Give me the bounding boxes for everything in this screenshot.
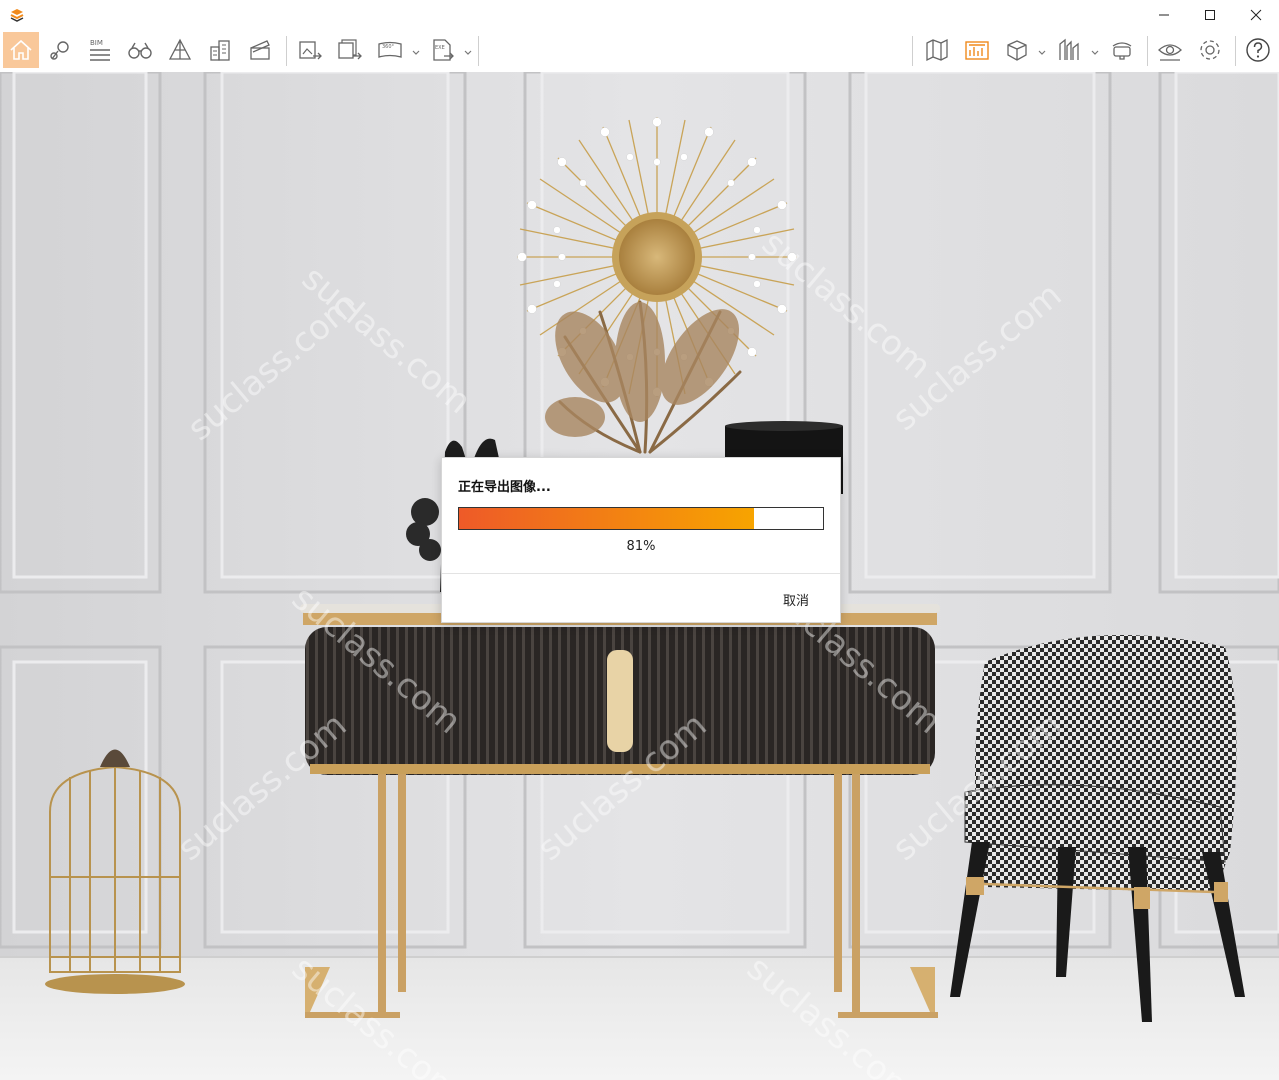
toolbar-separator: [286, 36, 287, 66]
chart-icon: [965, 41, 989, 60]
panorama-360-icon: 360°: [378, 41, 402, 58]
progress-bar-fill: [459, 508, 754, 529]
cube-dropdown-icon[interactable]: [1038, 49, 1046, 57]
bim-button[interactable]: BIM: [82, 32, 118, 68]
triangle-button[interactable]: [162, 32, 198, 68]
buildings-button[interactable]: [202, 32, 238, 68]
vr-headset-button[interactable]: [1104, 32, 1140, 68]
minimize-button[interactable]: [1141, 0, 1187, 30]
progress-percent-text: 81%: [626, 539, 656, 554]
skyline-button[interactable]: [1052, 32, 1088, 68]
location-icon: [50, 41, 69, 60]
close-button[interactable]: [1233, 0, 1279, 30]
triangle-icon: [168, 38, 192, 60]
svg-text:360°: 360°: [382, 44, 395, 50]
toolbar-separator: [912, 36, 913, 66]
clapperboard-icon: [250, 40, 270, 60]
skyline-dropdown-icon[interactable]: [1091, 49, 1099, 57]
svg-text:BIM: BIM: [90, 39, 103, 47]
close-icon: [1250, 9, 1262, 21]
cancel-button[interactable]: 取消: [766, 587, 826, 611]
help-button[interactable]: [1240, 32, 1276, 68]
toolbar-separator: [1235, 36, 1236, 66]
settings-button[interactable]: [1192, 32, 1228, 68]
home-button[interactable]: [3, 32, 39, 68]
exe-dropdown-icon[interactable]: [464, 49, 472, 57]
chart-button[interactable]: [959, 32, 995, 68]
minimize-icon: [1159, 14, 1169, 16]
binoculars-button[interactable]: [122, 32, 158, 68]
skyline-icon: [1059, 38, 1079, 60]
toolbar-separator: [478, 36, 479, 66]
location-button[interactable]: [43, 32, 79, 68]
exe-export-icon: EXE: [433, 39, 454, 61]
panorama-dropdown-icon[interactable]: [412, 49, 420, 57]
eye-icon: [1158, 44, 1182, 61]
map-icon: [926, 38, 948, 62]
map-button[interactable]: [919, 32, 955, 68]
cube-button[interactable]: [999, 32, 1035, 68]
export-progress-dialog: 正在导出图像... 81% 取消: [441, 457, 841, 623]
title-bar: [0, 0, 1279, 30]
progress-bar: [458, 507, 824, 530]
batch-export-icon: [338, 39, 362, 60]
maximize-button[interactable]: [1187, 0, 1233, 30]
cube-icon: [1007, 40, 1027, 61]
image-export-icon: [299, 41, 322, 60]
bim-icon: BIM: [90, 39, 110, 61]
exe-export-button[interactable]: EXE: [425, 32, 461, 68]
vr-headset-icon: [1112, 42, 1132, 60]
maximize-icon: [1205, 10, 1215, 20]
main-toolbar: BIM 360° EXE: [0, 30, 1279, 96]
dialog-title: 正在导出图像...: [458, 480, 551, 495]
gear-icon: [1200, 40, 1220, 60]
help-icon: [1246, 38, 1270, 62]
clapperboard-button[interactable]: [242, 32, 278, 68]
toolbar-separator: [1147, 36, 1148, 66]
buildings-icon: [210, 40, 230, 61]
panorama-button[interactable]: 360°: [372, 32, 408, 68]
app-logo-icon: [9, 7, 25, 23]
eye-button[interactable]: [1152, 32, 1188, 68]
binoculars-icon: [128, 42, 152, 59]
image-export-button[interactable]: [292, 32, 328, 68]
dialog-divider: [442, 573, 840, 574]
svg-text:EXE: EXE: [435, 45, 445, 51]
home-icon: [10, 39, 32, 60]
batch-export-button[interactable]: [332, 32, 368, 68]
